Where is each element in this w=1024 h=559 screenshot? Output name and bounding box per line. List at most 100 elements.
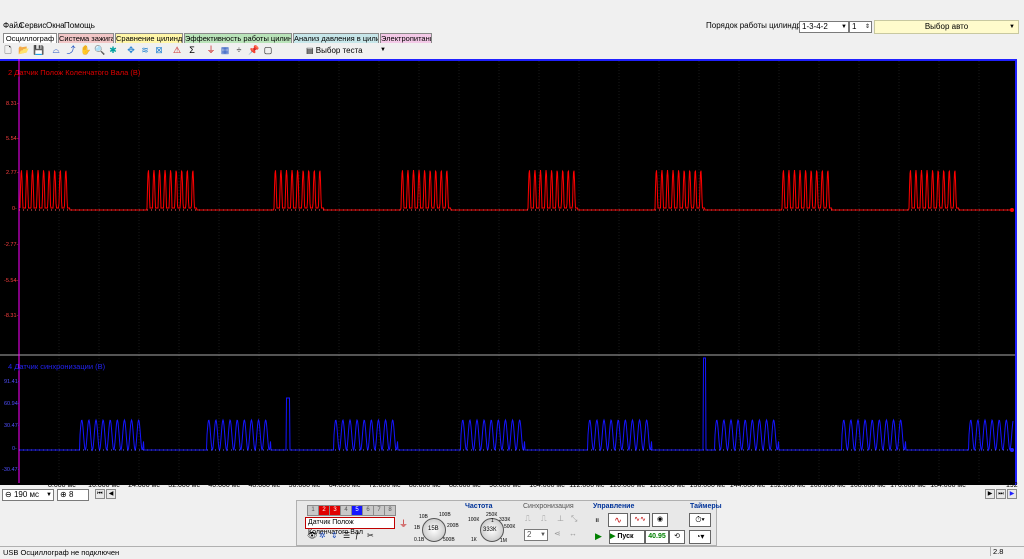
tab-cylinder-compare[interactable]: Сравнение цилиндров	[115, 33, 183, 43]
voltage-label: 10В	[419, 514, 428, 520]
manage-title: Управление	[593, 503, 635, 510]
spin-arrows-icon: ⇕	[864, 24, 870, 30]
voltage-knob-value: 15В	[428, 526, 439, 532]
sync-level-icon[interactable]: ⋖	[554, 529, 561, 538]
voltage-label: 1В	[414, 525, 421, 531]
filter-icon[interactable]: ⏚	[206, 45, 216, 55]
y-tick-top: 2.77-	[6, 170, 19, 176]
single-wave-button[interactable]: ∿	[608, 513, 628, 527]
fit-icon[interactable]: ✱	[108, 45, 118, 55]
menu-service[interactable]: Сервис	[19, 21, 46, 30]
y-tick-bottom: 30.47-	[4, 423, 20, 429]
timer-button-1[interactable]: ⏱▾	[689, 513, 711, 527]
start-label: Пуск	[617, 533, 634, 540]
new-file-icon[interactable]: 🗋	[3, 45, 13, 55]
sensor-select[interactable]: Датчик Полож Коленчатого Вал	[305, 517, 395, 536]
play-scroll-button[interactable]: ▶	[1007, 489, 1017, 499]
y-tick-bottom: 60.94-	[4, 401, 20, 407]
function-icon[interactable]: ƒ	[355, 531, 359, 540]
eye-icon[interactable]: 👁	[307, 531, 317, 540]
tab-cylinder-efficiency[interactable]: Эффективность работы цилиндров	[184, 33, 292, 43]
settings-icon[interactable]: ✲	[319, 531, 326, 540]
cross-arrows-icon[interactable]: ✥	[126, 45, 136, 55]
pause-icon[interactable]: ⏸	[595, 515, 600, 526]
sync-shift-icon[interactable]: ↔	[569, 529, 577, 538]
frequency-title: Частота	[465, 503, 493, 510]
scroll-first-button[interactable]: ⏮	[95, 489, 105, 499]
menu-windows[interactable]: Окна	[46, 21, 65, 30]
divide-icon[interactable]: ÷	[234, 45, 244, 55]
timer-button-2[interactable]: ◔▾	[689, 530, 711, 544]
open-folder-icon[interactable]: 📂	[18, 45, 29, 55]
frequency-label: 500К	[504, 524, 516, 530]
start-button[interactable]: ▶ Пуск	[609, 530, 645, 544]
tools-icon[interactable]: ✂	[367, 531, 374, 540]
timebase-select[interactable]: ⊖ 190 мс ▼	[2, 489, 54, 501]
arrows-icon[interactable]: ⇕	[331, 531, 338, 540]
voltage-label: 100В	[439, 512, 451, 518]
right-border	[1015, 59, 1017, 485]
panel-top-title: 2 Датчик Полож Коленчатого Вала (В)	[8, 68, 141, 77]
hand-icon[interactable]: ✋	[80, 45, 91, 55]
start-icon: ▶	[610, 533, 616, 540]
tab-power-supply[interactable]: Электропитание	[380, 33, 432, 43]
channel-button-8[interactable]: 8	[384, 505, 396, 516]
cylinder-order-value: 1-3-4-2	[802, 22, 828, 31]
y-tick-top: 0-	[12, 206, 17, 212]
scope-canvas[interactable]	[0, 59, 1017, 485]
y-tick-top: -2.77-	[4, 242, 19, 248]
lines-icon[interactable]: ☰	[343, 531, 350, 540]
page-select[interactable]: ⊕ 8	[57, 489, 89, 501]
cylinder-order-select[interactable]: 1-3-4-2 ▼	[799, 21, 849, 33]
timers-title: Таймеры	[690, 503, 722, 510]
crankshaft-trace	[19, 169, 1013, 211]
frequency-label: 1М	[500, 538, 507, 544]
save-icon[interactable]: 💾	[33, 45, 44, 55]
zoom-icon[interactable]: 🔍	[94, 45, 105, 55]
pin-icon[interactable]: 📌	[248, 45, 259, 55]
alert-icon[interactable]: ⚠	[172, 45, 182, 55]
chevron-down-icon: ▼	[1009, 24, 1015, 30]
timebase-value: 190 мс	[13, 490, 40, 499]
status-text: USB Осциллограф не подключен	[3, 548, 120, 557]
sigma-icon[interactable]: Σ	[187, 45, 197, 55]
menu-help[interactable]: Помощь	[64, 21, 95, 30]
sync-falling-icon[interactable]: ⎍	[541, 514, 547, 524]
sync-title: Синхронизация	[523, 503, 574, 510]
y-tick-top: -8.31-	[4, 313, 19, 319]
probe-icon[interactable]: ⏚	[399, 517, 408, 530]
measure-icon[interactable]: ⌓	[51, 45, 61, 55]
fps-button[interactable]: ⟲	[669, 530, 685, 544]
zero-marker-bottom	[1010, 448, 1014, 452]
chevron-down-icon: ▼	[380, 47, 386, 53]
tab-ignition[interactable]: Система зажигания	[58, 33, 114, 43]
sync-mode-icon[interactable]: ⊥	[557, 514, 564, 523]
tab-oscilloscope[interactable]: Осциллограф	[3, 33, 57, 43]
page-icon[interactable]: ▢	[263, 45, 273, 55]
multi-wave-button[interactable]: ∿∿	[630, 513, 650, 527]
sync-rising-icon[interactable]: ⎍	[525, 514, 531, 524]
sync-channel-select[interactable]: 2 ▼	[524, 529, 548, 541]
play-icon[interactable]: ▶	[595, 531, 602, 542]
test-select-dropdown[interactable]: ▤ Выбор теста ▼	[306, 45, 388, 56]
tab-cylinder-pressure[interactable]: Анализ давления в цилиндре	[293, 33, 379, 43]
frequency-knob-value: 333К	[483, 527, 497, 533]
auto-select-dropdown[interactable]: Выбор авто ▼	[874, 20, 1019, 34]
chevron-down-icon: ▼	[841, 24, 847, 30]
record-button[interactable]: ◉	[652, 513, 668, 527]
wave-icon[interactable]: ≋	[140, 45, 150, 55]
frequency-label: 1	[491, 518, 494, 524]
sync-auto-icon[interactable]: ⤡	[571, 514, 577, 524]
voltage-label: 200В	[447, 523, 459, 529]
scroll-next-button[interactable]: ▶	[985, 489, 995, 499]
cylinder-number-spinner[interactable]: 1 ⇕	[849, 21, 872, 33]
cursor-icon[interactable]: ⤴	[66, 45, 76, 55]
oscilloscope-plot[interactable]	[0, 59, 1017, 485]
y-tick-bottom: 91.41-	[4, 379, 20, 385]
y-tick-top: 8.31-	[6, 101, 19, 107]
scroll-last-button[interactable]: ⏭	[996, 489, 1006, 499]
grid-icon[interactable]: ⊠	[154, 45, 164, 55]
scroll-prev-button[interactable]: ◀	[106, 489, 116, 499]
frequency-label: 333К	[499, 517, 511, 523]
table-icon[interactable]: ▦	[220, 45, 230, 55]
